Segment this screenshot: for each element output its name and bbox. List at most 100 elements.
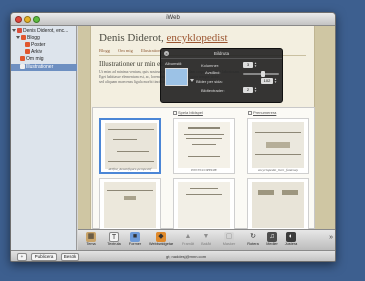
toolbar-label: Textruta (107, 242, 121, 246)
subscribe-link[interactable]: Prenumerera (248, 110, 276, 115)
per-page-stepper[interactable]: ▲ ▼ (274, 78, 277, 84)
chevron-down-icon[interactable] (190, 79, 194, 82)
backward-icon: ▼ (202, 233, 210, 240)
toolbar-label: Masker (222, 242, 236, 246)
theme-icon: ▦ (86, 232, 96, 242)
engraving-image (105, 123, 157, 169)
spacing-slider[interactable] (243, 71, 279, 77)
forward-icon: ▲ (184, 233, 192, 240)
textbox-button[interactable]: T Textruta (105, 232, 123, 250)
photo-thumbnail[interactable]: delfini_dessinfigure-perspectif (99, 118, 161, 174)
page-icon (20, 56, 25, 61)
publish-button[interactable]: Publicera (31, 253, 57, 261)
page-icon (25, 49, 30, 54)
backward-button[interactable]: ▼ Bakåt (197, 232, 215, 250)
disclosure-triangle-icon[interactable] (12, 29, 16, 32)
sidebar-item-blog[interactable]: Blogg (16, 35, 76, 42)
illustration-image (104, 182, 156, 228)
slideshow-icon (173, 111, 177, 115)
photo-thumbnail[interactable] (247, 178, 309, 229)
slideshow-link[interactable]: Spela bildspel (173, 110, 203, 115)
rotate-button[interactable]: ↻ Rotera (244, 232, 262, 250)
divider (161, 58, 282, 59)
site-title-text: Denis Diderot, (99, 32, 167, 44)
caption-lines-stepper[interactable]: ▲ ▼ (254, 87, 257, 93)
add-page-button[interactable]: + (17, 253, 27, 261)
shapes-button[interactable]: ■ Former (126, 232, 144, 250)
textbox-icon: T (109, 232, 119, 242)
sidebar-item-poster[interactable]: Poster (25, 42, 76, 49)
sidebar-item-label: Illustrationer (26, 64, 54, 70)
illustration-image (178, 182, 230, 228)
toolbar-label: Justera (284, 242, 298, 246)
page-icon (20, 64, 25, 69)
sidebar-item-arkiv[interactable]: Arkiv (25, 49, 76, 56)
photo-thumbnail[interactable] (99, 178, 161, 229)
adjust-button[interactable]: ◐ Justera (282, 232, 300, 250)
toolbar-label: Rotera (247, 242, 259, 246)
sidebar-item-label: Om mig (26, 56, 44, 62)
site-title-link[interactable]: encyklopedist (167, 32, 228, 44)
nav-link-blogg[interactable]: Blogg (99, 48, 110, 53)
columns-field[interactable]: 3 (243, 62, 253, 68)
per-page-field[interactable]: 102 (261, 78, 273, 84)
sidebar-item-label: Arkiv (31, 49, 43, 55)
illustration-image (252, 182, 304, 228)
photo-grid[interactable]: Spela bildspel Prenumerera delfini_dessi… (92, 107, 315, 229)
toolbar-label: Bakåt (201, 242, 211, 246)
sidebar-item-site[interactable]: Denis Diderot, enc... (12, 28, 76, 35)
window-title: iWeb (166, 15, 180, 21)
machine-image (252, 122, 304, 168)
page-icon (25, 42, 30, 47)
mask-icon: ▢ (224, 232, 234, 242)
photo-caption[interactable]: delfini_dessinfigure-perspectif (101, 167, 159, 171)
disclosure-triangle-icon[interactable] (16, 36, 20, 39)
caption-lines-field[interactable]: 2 (243, 87, 253, 93)
per-page-label: Bilder per sida: (196, 79, 223, 84)
toolbar-label: Tema (86, 242, 96, 246)
nav-link-om-mig[interactable]: Om mig (118, 48, 133, 53)
subscribe-icon (248, 111, 252, 115)
columns-stepper[interactable]: ▲ ▼ (254, 62, 257, 68)
status-bar: + Publicera Besök gt; naddesj@mnn.com (11, 250, 335, 261)
photo-thumbnail[interactable]: ENCYCLOPEDIE (173, 118, 235, 174)
slider-knob[interactable] (260, 71, 265, 77)
forward-button[interactable]: ▲ Framåt (179, 232, 197, 250)
spacing-label: Avstånd: (205, 70, 221, 75)
media-button[interactable]: ♫ Medier (263, 232, 281, 250)
site-title[interactable]: Denis Diderot, encyklopedist (99, 32, 228, 44)
photo-caption[interactable]: encyclopedie_livre_fontenay (248, 168, 308, 172)
toolbar-label: Medier (266, 242, 278, 246)
theme-button[interactable]: ▦ Tema (82, 232, 100, 250)
sidebar-item-om-mig[interactable]: Om mig (20, 56, 76, 63)
toolbar-label: Former (128, 242, 142, 246)
mask-button[interactable]: ▢ Masker (220, 232, 238, 250)
site-url: gt; naddesj@mnn.com (166, 254, 207, 259)
subscribe-label: Prenumerera (253, 110, 277, 115)
rotate-icon: ↻ (250, 233, 256, 240)
sidebar-item-illustrationer[interactable]: Illustrationer (11, 64, 77, 71)
iweb-window: iWeb Denis Diderot, enc... Blogg Poster … (10, 12, 336, 262)
caption-lines-label: Bildtextrader: (201, 88, 225, 93)
visit-button[interactable]: Besök (61, 253, 79, 261)
site-icon (17, 28, 22, 33)
site-organizer: Denis Diderot, enc... Blogg Poster Arkiv… (11, 26, 77, 250)
album-style-swatch[interactable] (165, 68, 188, 86)
widgets-icon: ◆ (156, 232, 166, 242)
photo-caption[interactable]: ENCYCLOPEDIE (174, 168, 234, 172)
adjust-icon: ◐ (286, 232, 296, 242)
sidebar-item-label: Blogg (27, 35, 40, 41)
slideshow-label: Spela bildspel (178, 110, 203, 115)
page-heading[interactable]: Illustrationer ur min en (99, 60, 164, 68)
title-bar[interactable]: iWeb (11, 13, 335, 26)
photo-thumbnail[interactable]: encyclopedie_livre_fontenay (247, 118, 309, 174)
widgets-button[interactable]: ◆ Webbwidgetar (149, 232, 173, 250)
blog-icon (21, 35, 26, 40)
toolbar-label: Framåt (181, 242, 195, 246)
media-icon: ♫ (267, 232, 277, 242)
photo-thumbnail[interactable] (173, 178, 235, 229)
toolbar-overflow-icon[interactable]: » (329, 234, 333, 241)
title-page-image (178, 122, 230, 168)
sidebar-item-label: Denis Diderot, enc... (23, 28, 69, 34)
shapes-icon: ■ (130, 232, 140, 242)
